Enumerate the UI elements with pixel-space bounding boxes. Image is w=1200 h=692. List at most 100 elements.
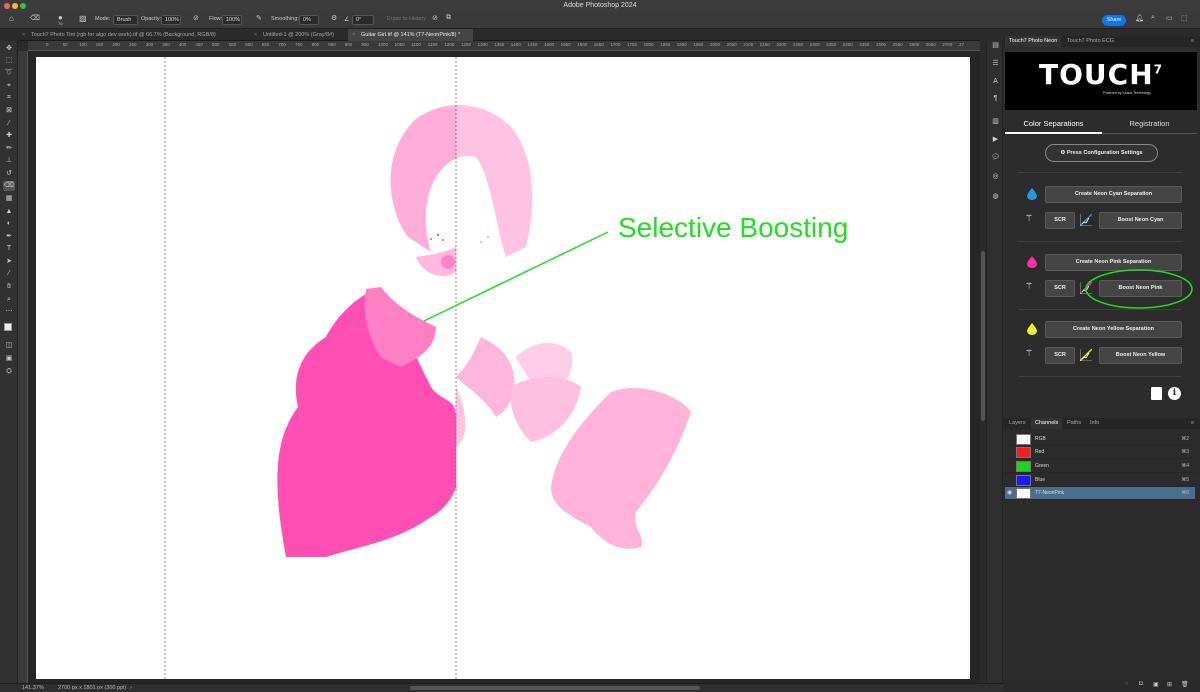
tab-paths[interactable]: Paths xyxy=(1063,418,1085,429)
screen-mode-icon[interactable]: ▣ xyxy=(3,354,15,364)
spot-channel-icon[interactable]: ▣ xyxy=(1153,681,1159,688)
erase-history-checkbox[interactable]: Erase to History xyxy=(387,16,426,22)
history-brush-tool-icon[interactable]: ↺ xyxy=(3,169,15,179)
tab-guitar-girl[interactable]: × Guitar Girl.tif @ 141% (T7-NeonPink/8) … xyxy=(348,29,473,41)
clone-stamp-tool-icon[interactable]: ⊥ xyxy=(3,156,15,166)
hand-tool-icon[interactable]: ✋︎ xyxy=(3,282,15,292)
dodge-tool-icon[interactable]: ◐ xyxy=(3,219,15,229)
blur-tool-icon[interactable]: ▲ xyxy=(3,207,15,217)
healing-brush-tool-icon[interactable]: ✚ xyxy=(3,131,15,141)
frame-tool-icon[interactable]: ⊠ xyxy=(3,106,15,116)
minimize-window-button[interactable] xyxy=(12,3,18,9)
notifications-icon[interactable]: 🔔︎ xyxy=(1135,14,1144,22)
tab-untitled-1[interactable]: × Untitled-1 @ 200% (Gray/8#) xyxy=(250,29,350,41)
create-neon-cyan-button[interactable]: Create Neon Cyan Separation xyxy=(1045,186,1182,203)
panel-menu-icon[interactable]: ≡ xyxy=(1187,36,1198,47)
tab-registration[interactable]: Registration xyxy=(1102,116,1197,134)
brush-settings-icon[interactable]: ▨ xyxy=(79,14,87,23)
libraries-icon[interactable]: ▥ xyxy=(990,117,1001,127)
eraser-tool-icon[interactable]: ⌫ xyxy=(30,14,40,22)
horizontal-scrollbar[interactable] xyxy=(410,686,700,690)
search-icon[interactable]: ⌕ xyxy=(1151,14,1155,22)
eraser-tool-icon[interactable]: ⌫ xyxy=(3,181,15,191)
manual-book-icon[interactable] xyxy=(1151,387,1162,400)
adjustments-icon[interactable]: ☰ xyxy=(990,59,1001,69)
tab-layers[interactable]: Layers xyxy=(1005,418,1030,429)
tab-touch7-photo-neon[interactable]: Touch7 Photo Neon xyxy=(1005,36,1062,47)
pressure-size-icon[interactable]: ⊘ xyxy=(432,14,438,22)
scrollbar-thumb[interactable] xyxy=(981,251,985,421)
opacity-field[interactable]: 100% xyxy=(161,15,181,25)
channel-row[interactable]: RGB ⌘2 xyxy=(1005,433,1195,446)
document-info[interactable]: 2700 px x 1801 px (300 ppi) xyxy=(58,684,126,692)
load-selection-icon[interactable]: ◌ xyxy=(1125,681,1129,687)
channel-row[interactable]: Blue ⌘5 xyxy=(1005,474,1195,487)
close-tab-icon[interactable]: × xyxy=(22,29,25,41)
line-tool-icon[interactable]: ⁄ xyxy=(3,269,15,279)
zoom-level[interactable]: 141.37% xyxy=(22,684,44,692)
crop-tool-icon[interactable]: ⌗ xyxy=(3,93,15,103)
pen-tool-icon[interactable]: ✒ xyxy=(3,232,15,242)
visibility-eye-icon[interactable]: ◉ xyxy=(1007,487,1012,500)
edit-toolbar-icon[interactable]: ⛭ xyxy=(3,367,15,377)
tab-color-separations[interactable]: Color Separations xyxy=(1005,116,1102,134)
smoothing-options-icon[interactable]: ⚙ xyxy=(331,14,337,22)
gradient-tool-icon[interactable]: ▦ xyxy=(3,194,15,204)
new-channel-icon[interactable]: ⊞ xyxy=(1167,681,1172,688)
home-icon[interactable]: ⌂ xyxy=(9,14,14,23)
quick-mask-icon[interactable]: ◫ xyxy=(3,341,15,351)
lasso-tool-icon[interactable]: ➰ xyxy=(3,68,15,78)
move-tool-icon[interactable]: ✥ xyxy=(3,44,15,54)
mode-select[interactable]: Brush xyxy=(113,15,138,25)
yellow-curve-icon[interactable] xyxy=(1080,349,1092,361)
scr-pink-button[interactable]: SCR xyxy=(1045,280,1075,297)
document-canvas[interactable]: Selective Boosting xyxy=(36,57,970,679)
create-neon-yellow-button[interactable]: Create Neon Yellow Separation xyxy=(1045,321,1182,338)
tab-channels[interactable]: Channels xyxy=(1031,418,1063,429)
scr-yellow-button[interactable]: SCR xyxy=(1045,347,1075,364)
magic-wand-icon[interactable]: ⚚ xyxy=(1025,348,1033,359)
eyedropper-tool-icon[interactable]: ⁄ xyxy=(3,119,15,129)
marquee-tool-icon[interactable]: ⬚ xyxy=(3,56,15,66)
properties-icon[interactable]: ▤ xyxy=(990,41,1001,51)
zoom-tool-icon[interactable]: ⌕ xyxy=(3,295,15,305)
boost-neon-cyan-button[interactable]: Boost Neon Cyan xyxy=(1099,212,1182,229)
boost-neon-yellow-button[interactable]: Boost Neon Yellow xyxy=(1099,347,1182,364)
comments-icon[interactable]: 💬︎ xyxy=(990,153,1001,163)
workspace-icon[interactable]: ▭ xyxy=(1166,14,1173,22)
cyan-curve-icon[interactable] xyxy=(1080,214,1092,226)
magic-wand-icon[interactable]: ⚚ xyxy=(1025,281,1033,292)
airbrush-icon[interactable]: ✎ xyxy=(256,14,262,22)
more-tools-icon[interactable]: ⋯ xyxy=(3,307,15,317)
channel-row[interactable]: ◉ T7-NeonPink ⌘6 xyxy=(1005,487,1195,500)
save-selection-icon[interactable]: ◘ xyxy=(1139,681,1143,687)
channel-row[interactable]: Red ⌘3 xyxy=(1005,446,1195,459)
smoothing-field[interactable]: 0% xyxy=(299,15,319,25)
angle-field[interactable]: 0° xyxy=(352,15,374,25)
ruler-horizontal[interactable]: 0 50 100 150 200 250 300 350 400 450 500 550 600 650 7… xyxy=(28,41,980,51)
status-arrow-icon[interactable]: › xyxy=(130,684,132,692)
channel-row[interactable]: Green ⌘4 xyxy=(1005,460,1195,473)
type-tool-icon[interactable]: T xyxy=(3,244,15,254)
tab-touch7-photo-tint[interactable]: × Touch7 Photo Tint (rgb for algo dev wor… xyxy=(18,29,248,41)
actions-icon[interactable]: ▶ xyxy=(990,135,1001,145)
plugin-icon[interactable]: ◍ xyxy=(990,192,1001,202)
panel-menu-icon[interactable]: ≡ xyxy=(1187,418,1198,429)
symmetry-icon[interactable]: ⧉ xyxy=(446,14,451,22)
learn-icon[interactable]: ◎ xyxy=(990,172,1001,182)
pressure-opacity-icon[interactable]: ⊘ xyxy=(193,14,199,22)
tab-info[interactable]: Info xyxy=(1086,418,1103,429)
info-icon[interactable]: i xyxy=(1168,387,1181,400)
zoom-window-button[interactable] xyxy=(20,3,26,9)
share-button[interactable]: Share xyxy=(1102,15,1126,26)
path-selection-tool-icon[interactable]: ➤ xyxy=(3,257,15,267)
configuration-settings-button[interactable]: ⚙ Press Configuration Settings xyxy=(1045,144,1158,162)
brush-tool-icon[interactable]: ✏ xyxy=(3,144,15,154)
foreground-color-swatch[interactable] xyxy=(4,323,12,331)
flow-field[interactable]: 100% xyxy=(222,15,242,25)
paragraph-icon[interactable]: ¶ xyxy=(990,94,1001,104)
close-tab-icon[interactable]: × xyxy=(254,29,257,41)
tab-touch7-photo-ecg[interactable]: Touch7 Photo ECG xyxy=(1063,36,1118,47)
close-window-button[interactable] xyxy=(4,3,10,9)
delete-channel-icon[interactable]: 🗑︎ xyxy=(1181,681,1189,688)
